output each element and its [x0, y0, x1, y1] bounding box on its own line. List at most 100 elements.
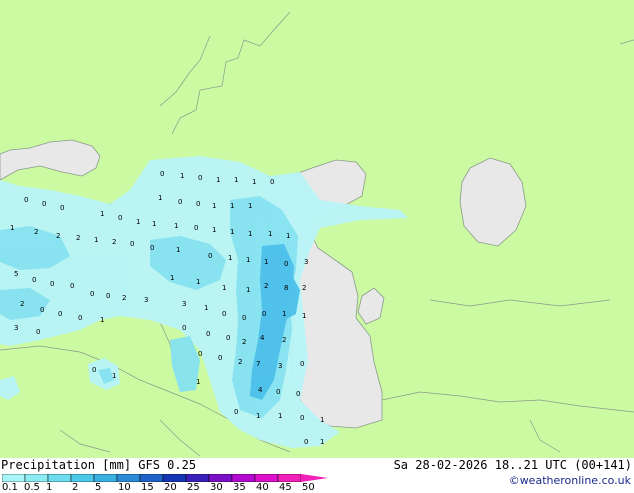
- precip-value-label: 1: [230, 228, 234, 236]
- precip-value-label: 0: [276, 388, 280, 396]
- scale-swatch: [231, 474, 256, 482]
- color-scale: [2, 474, 328, 482]
- scale-tick-label: 5: [95, 482, 102, 493]
- precip-value-label: 0: [234, 408, 238, 416]
- precip-value-label: 0: [118, 214, 122, 222]
- precip-value-label: 0: [130, 240, 134, 248]
- scale-swatch: [185, 474, 210, 482]
- precip-value-label: 2: [282, 336, 286, 344]
- precip-value-label: 1: [216, 176, 220, 184]
- precip-value-label: 1: [230, 202, 234, 210]
- precip-value-label: 2: [20, 300, 24, 308]
- precip-value-label: 1: [196, 278, 200, 286]
- precip-value-label: 1: [100, 210, 104, 218]
- precip-value-label: 1: [196, 378, 200, 386]
- precip-value-label: 1: [136, 218, 140, 226]
- scale-swatch: [139, 474, 164, 482]
- scale-tick-label: 50: [302, 482, 315, 493]
- precip-value-label: 1: [282, 310, 286, 318]
- precip-value-label: 0: [262, 310, 266, 318]
- precip-value-label: 0: [270, 178, 274, 186]
- precip-value-label: 1: [112, 372, 116, 380]
- precip-value-label: 0: [296, 390, 300, 398]
- scale-swatch: [254, 474, 279, 482]
- precip-value-label: 3: [278, 362, 282, 370]
- precip-value-label: 1: [174, 222, 178, 230]
- scale-swatch: [2, 474, 26, 482]
- precip-value-label: 0: [78, 314, 82, 322]
- precip-value-label: 0: [196, 200, 200, 208]
- precip-value-label: 0: [60, 204, 64, 212]
- precip-value-label: 0: [42, 200, 46, 208]
- precip-value-label: 0: [304, 438, 308, 446]
- precip-value-label: 0: [160, 170, 164, 178]
- precip-value-label: 1: [10, 224, 14, 232]
- precip-value-label: 0: [198, 174, 202, 182]
- precip-value-label: 1: [94, 236, 98, 244]
- precip-value-label: 0: [208, 252, 212, 260]
- precip-value-label: 1: [170, 274, 174, 282]
- precip-value-label: 0: [24, 196, 28, 204]
- precip-value-label: 3: [144, 296, 148, 304]
- scale-tick-label: 30: [210, 482, 223, 493]
- scale-swatch: [24, 474, 49, 482]
- precip-value-label: 2: [238, 358, 242, 366]
- precip-value-label: 0: [242, 314, 246, 322]
- precip-value-label: 0: [300, 414, 304, 422]
- precip-value-label: 1: [278, 412, 282, 420]
- precip-value-label: 0: [150, 244, 154, 252]
- scale-tick-label: 45: [279, 482, 292, 493]
- precip-value-label: 0: [194, 224, 198, 232]
- precip-value-label: 4: [258, 386, 263, 394]
- map-title: Precipitation [mm] GFS 0.25: [1, 458, 197, 472]
- precip-value-label: 0: [58, 310, 62, 318]
- precip-value-label: 0: [32, 276, 36, 284]
- precip-value-label: 3: [14, 324, 18, 332]
- precip-value-label: 1: [152, 220, 156, 228]
- precip-value-label: 0: [90, 290, 94, 298]
- scale-tick-label: 35: [233, 482, 246, 493]
- precip-value-label: 1: [176, 246, 180, 254]
- precip-value-label: 1: [320, 416, 324, 424]
- precip-value-label: 2: [76, 234, 80, 242]
- precip-value-label: 0: [300, 360, 304, 368]
- precip-value-label: 1: [180, 172, 184, 180]
- precip-value-label: 1: [234, 176, 238, 184]
- scale-swatch: [162, 474, 187, 482]
- scale-tick-label: 0.1: [2, 482, 18, 493]
- precip-value-label: 0: [178, 198, 182, 206]
- precip-value-label: 1: [212, 226, 216, 234]
- precip-value-label: 1: [320, 438, 324, 446]
- precip-value-label: 0: [198, 350, 202, 358]
- precip-value-label: 1: [286, 232, 290, 240]
- scale-swatch: [70, 474, 95, 482]
- precip-value-label: 1: [222, 284, 226, 292]
- precip-value-label: 0: [226, 334, 230, 342]
- precipitation-map: 0 1 0 1 1 1 0 0 0 0 1 0 0 1 1 1 1 0 1 1 1 0 1 1 1 1 1 1 2 2 2 1 2 0 0 1 0 1 1 1…: [0, 0, 634, 458]
- precip-value-label: 0: [40, 306, 44, 314]
- precip-value-label: 0: [92, 366, 96, 374]
- precip-value-label: 1: [246, 256, 250, 264]
- scale-swatch: [277, 474, 302, 482]
- precip-value-label: 1: [228, 254, 232, 262]
- precip-value-label: 7: [256, 360, 260, 368]
- precip-value-label: 0: [284, 260, 288, 268]
- precip-value-label: 1: [252, 178, 256, 186]
- precip-value-label: 0: [182, 324, 186, 332]
- precip-value-label: 1: [302, 312, 306, 320]
- precip-value-label: 3: [182, 300, 186, 308]
- precip-value-label: 2: [264, 282, 268, 290]
- scale-tick-label: 20: [164, 482, 177, 493]
- precip-value-label: 1: [212, 202, 216, 210]
- scale-swatch: [208, 474, 233, 482]
- scale-tick-label: 2: [72, 482, 79, 493]
- precip-value-label: 4: [260, 334, 265, 342]
- precip-value-label: 1: [246, 286, 250, 294]
- scale-tick-label: 25: [187, 482, 200, 493]
- scale-tick-label: 0.5: [24, 482, 40, 493]
- precip-value-label: 2: [302, 284, 306, 292]
- precip-value-label: 2: [112, 238, 116, 246]
- precip-value-label: 3: [304, 258, 308, 266]
- precip-value-label: 0: [106, 292, 110, 300]
- credit-link[interactable]: ©weatheronline.co.uk: [509, 474, 631, 487]
